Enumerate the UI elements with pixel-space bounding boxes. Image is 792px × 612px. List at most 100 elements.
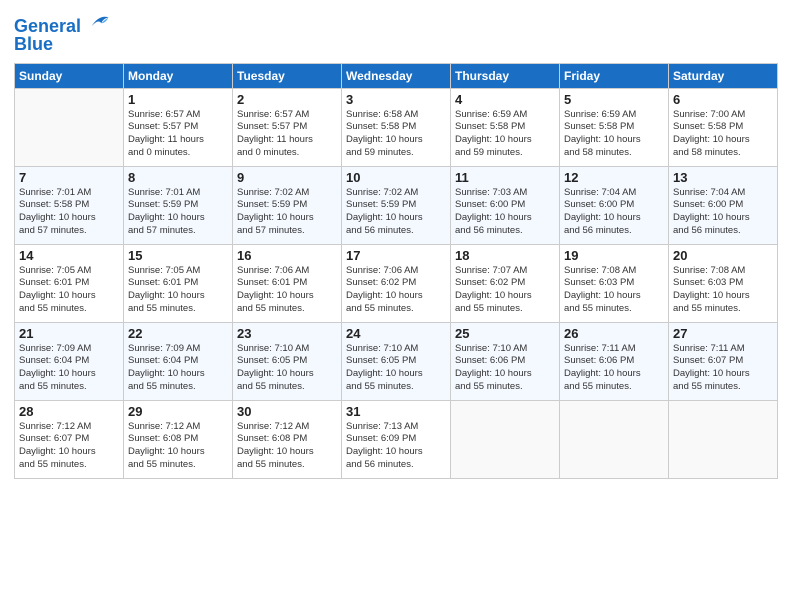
day-info: Sunrise: 7:12 AMSunset: 6:08 PMDaylight:… bbox=[237, 421, 337, 472]
day-number: 19 bbox=[564, 248, 664, 263]
day-number: 31 bbox=[346, 404, 446, 419]
calendar-cell: 26Sunrise: 7:11 AMSunset: 6:06 PMDayligh… bbox=[560, 322, 669, 400]
day-number: 24 bbox=[346, 326, 446, 341]
calendar-cell: 31 Sunrise: 7:13 AMSunset: 6:09 PMDayligh… bbox=[342, 400, 451, 478]
weekday-header-monday: Monday bbox=[124, 63, 233, 88]
day-number: 29 bbox=[128, 404, 228, 419]
calendar-cell: 8 Sunrise: 7:01 AMSunset: 5:59 PMDaylight… bbox=[124, 166, 233, 244]
day-number: 7 bbox=[19, 170, 119, 185]
weekday-header-row: SundayMondayTuesdayWednesdayThursdayFrid… bbox=[15, 63, 778, 88]
calendar-cell: 27 Sunrise: 7:11 AMSunset: 6:07 PMDayligh… bbox=[669, 322, 778, 400]
calendar-cell: 28Sunrise: 7:12 AMSunset: 6:07 PMDayligh… bbox=[15, 400, 124, 478]
day-info: Sunrise: 7:10 AMSunset: 6:05 PMDaylight:… bbox=[346, 343, 446, 394]
day-number: 8 bbox=[128, 170, 228, 185]
day-number: 17 bbox=[346, 248, 446, 263]
day-info: Sunrise: 7:07 AMSunset: 6:02 PMDaylight:… bbox=[455, 265, 555, 316]
calendar-cell: 23Sunrise: 7:10 AMSunset: 6:05 PMDayligh… bbox=[233, 322, 342, 400]
calendar-cell bbox=[669, 400, 778, 478]
day-number: 21 bbox=[19, 326, 119, 341]
weekday-header-thursday: Thursday bbox=[451, 63, 560, 88]
day-number: 30 bbox=[237, 404, 337, 419]
calendar-cell: 25Sunrise: 7:10 AMSunset: 6:06 PMDayligh… bbox=[451, 322, 560, 400]
day-number: 5 bbox=[564, 92, 664, 107]
day-number: 13 bbox=[673, 170, 773, 185]
calendar-cell bbox=[15, 88, 124, 166]
calendar-cell: 10 Sunrise: 7:02 AMSunset: 5:59 PMDayligh… bbox=[342, 166, 451, 244]
day-info: Sunrise: 7:03 AMSunset: 6:00 PMDaylight:… bbox=[455, 187, 555, 238]
page-header: General Blue bbox=[14, 10, 778, 55]
day-info: Sunrise: 6:57 AMSunset: 5:57 PMDaylight:… bbox=[128, 109, 228, 160]
calendar-week-row: 7 Sunrise: 7:01 AMSunset: 5:58 PMDaylight… bbox=[15, 166, 778, 244]
day-info: Sunrise: 7:06 AMSunset: 6:02 PMDaylight:… bbox=[346, 265, 446, 316]
calendar-week-row: 14 Sunrise: 7:05 AMSunset: 6:01 PMDayligh… bbox=[15, 244, 778, 322]
day-info: Sunrise: 7:13 AMSunset: 6:09 PMDaylight:… bbox=[346, 421, 446, 472]
calendar-cell: 18 Sunrise: 7:07 AMSunset: 6:02 PMDayligh… bbox=[451, 244, 560, 322]
day-number: 14 bbox=[19, 248, 119, 263]
day-number: 22 bbox=[128, 326, 228, 341]
day-number: 20 bbox=[673, 248, 773, 263]
day-number: 11 bbox=[455, 170, 555, 185]
calendar-cell: 3 Sunrise: 6:58 AMSunset: 5:58 PMDaylight… bbox=[342, 88, 451, 166]
calendar-cell: 15 Sunrise: 7:05 AMSunset: 6:01 PMDayligh… bbox=[124, 244, 233, 322]
calendar-cell: 12 Sunrise: 7:04 AMSunset: 6:00 PMDayligh… bbox=[560, 166, 669, 244]
day-info: Sunrise: 7:11 AMSunset: 6:07 PMDaylight:… bbox=[673, 343, 773, 394]
day-number: 3 bbox=[346, 92, 446, 107]
day-info: Sunrise: 6:59 AMSunset: 5:58 PMDaylight:… bbox=[564, 109, 664, 160]
day-info: Sunrise: 7:06 AMSunset: 6:01 PMDaylight:… bbox=[237, 265, 337, 316]
calendar-cell: 6Sunrise: 7:00 AMSunset: 5:58 PMDaylight… bbox=[669, 88, 778, 166]
calendar-week-row: 28Sunrise: 7:12 AMSunset: 6:07 PMDayligh… bbox=[15, 400, 778, 478]
day-info: Sunrise: 7:10 AMSunset: 6:05 PMDaylight:… bbox=[237, 343, 337, 394]
day-info: Sunrise: 6:58 AMSunset: 5:58 PMDaylight:… bbox=[346, 109, 446, 160]
calendar-cell: 7 Sunrise: 7:01 AMSunset: 5:58 PMDaylight… bbox=[15, 166, 124, 244]
day-number: 10 bbox=[346, 170, 446, 185]
day-info: Sunrise: 7:02 AMSunset: 5:59 PMDaylight:… bbox=[346, 187, 446, 238]
weekday-header-sunday: Sunday bbox=[15, 63, 124, 88]
day-info: Sunrise: 7:01 AMSunset: 5:59 PMDaylight:… bbox=[128, 187, 228, 238]
calendar-cell: 13 Sunrise: 7:04 AMSunset: 6:00 PMDayligh… bbox=[669, 166, 778, 244]
day-info: Sunrise: 6:59 AMSunset: 5:58 PMDaylight:… bbox=[455, 109, 555, 160]
calendar-cell: 4 Sunrise: 6:59 AMSunset: 5:58 PMDaylight… bbox=[451, 88, 560, 166]
calendar-cell bbox=[560, 400, 669, 478]
weekday-header-saturday: Saturday bbox=[669, 63, 778, 88]
day-number: 9 bbox=[237, 170, 337, 185]
day-number: 12 bbox=[564, 170, 664, 185]
day-info: Sunrise: 7:05 AMSunset: 6:01 PMDaylight:… bbox=[19, 265, 119, 316]
day-info: Sunrise: 6:57 AMSunset: 5:57 PMDaylight:… bbox=[237, 109, 337, 160]
day-info: Sunrise: 7:08 AMSunset: 6:03 PMDaylight:… bbox=[673, 265, 773, 316]
calendar-cell: 17 Sunrise: 7:06 AMSunset: 6:02 PMDayligh… bbox=[342, 244, 451, 322]
calendar-cell: 21 Sunrise: 7:09 AMSunset: 6:04 PMDayligh… bbox=[15, 322, 124, 400]
calendar-cell: 5 Sunrise: 6:59 AMSunset: 5:58 PMDaylight… bbox=[560, 88, 669, 166]
day-number: 26 bbox=[564, 326, 664, 341]
calendar-cell: 14 Sunrise: 7:05 AMSunset: 6:01 PMDayligh… bbox=[15, 244, 124, 322]
day-number: 18 bbox=[455, 248, 555, 263]
day-info: Sunrise: 7:04 AMSunset: 6:00 PMDaylight:… bbox=[673, 187, 773, 238]
calendar-cell: 9 Sunrise: 7:02 AMSunset: 5:59 PMDaylight… bbox=[233, 166, 342, 244]
weekday-header-tuesday: Tuesday bbox=[233, 63, 342, 88]
day-number: 25 bbox=[455, 326, 555, 341]
calendar-cell: 20 Sunrise: 7:08 AMSunset: 6:03 PMDayligh… bbox=[669, 244, 778, 322]
day-info: Sunrise: 7:09 AMSunset: 6:04 PMDaylight:… bbox=[19, 343, 119, 394]
day-info: Sunrise: 7:12 AMSunset: 6:07 PMDaylight:… bbox=[19, 421, 119, 472]
day-info: Sunrise: 7:04 AMSunset: 6:00 PMDaylight:… bbox=[564, 187, 664, 238]
day-number: 2 bbox=[237, 92, 337, 107]
day-number: 16 bbox=[237, 248, 337, 263]
weekday-header-wednesday: Wednesday bbox=[342, 63, 451, 88]
day-info: Sunrise: 7:02 AMSunset: 5:59 PMDaylight:… bbox=[237, 187, 337, 238]
calendar-cell: 1 Sunrise: 6:57 AMSunset: 5:57 PMDaylight… bbox=[124, 88, 233, 166]
calendar-cell: 19 Sunrise: 7:08 AMSunset: 6:03 PMDayligh… bbox=[560, 244, 669, 322]
calendar-cell: 30 Sunrise: 7:12 AMSunset: 6:08 PMDayligh… bbox=[233, 400, 342, 478]
day-info: Sunrise: 7:05 AMSunset: 6:01 PMDaylight:… bbox=[128, 265, 228, 316]
calendar-cell: 16 Sunrise: 7:06 AMSunset: 6:01 PMDayligh… bbox=[233, 244, 342, 322]
calendar-week-row: 1 Sunrise: 6:57 AMSunset: 5:57 PMDaylight… bbox=[15, 88, 778, 166]
day-info: Sunrise: 7:01 AMSunset: 5:58 PMDaylight:… bbox=[19, 187, 119, 238]
day-number: 27 bbox=[673, 326, 773, 341]
calendar-cell bbox=[451, 400, 560, 478]
day-number: 15 bbox=[128, 248, 228, 263]
calendar-cell: 29Sunrise: 7:12 AMSunset: 6:08 PMDayligh… bbox=[124, 400, 233, 478]
day-info: Sunrise: 7:08 AMSunset: 6:03 PMDaylight:… bbox=[564, 265, 664, 316]
day-number: 1 bbox=[128, 92, 228, 107]
calendar-cell: 11 Sunrise: 7:03 AMSunset: 6:00 PMDayligh… bbox=[451, 166, 560, 244]
calendar-week-row: 21 Sunrise: 7:09 AMSunset: 6:04 PMDayligh… bbox=[15, 322, 778, 400]
logo: General Blue bbox=[14, 10, 110, 55]
day-number: 4 bbox=[455, 92, 555, 107]
